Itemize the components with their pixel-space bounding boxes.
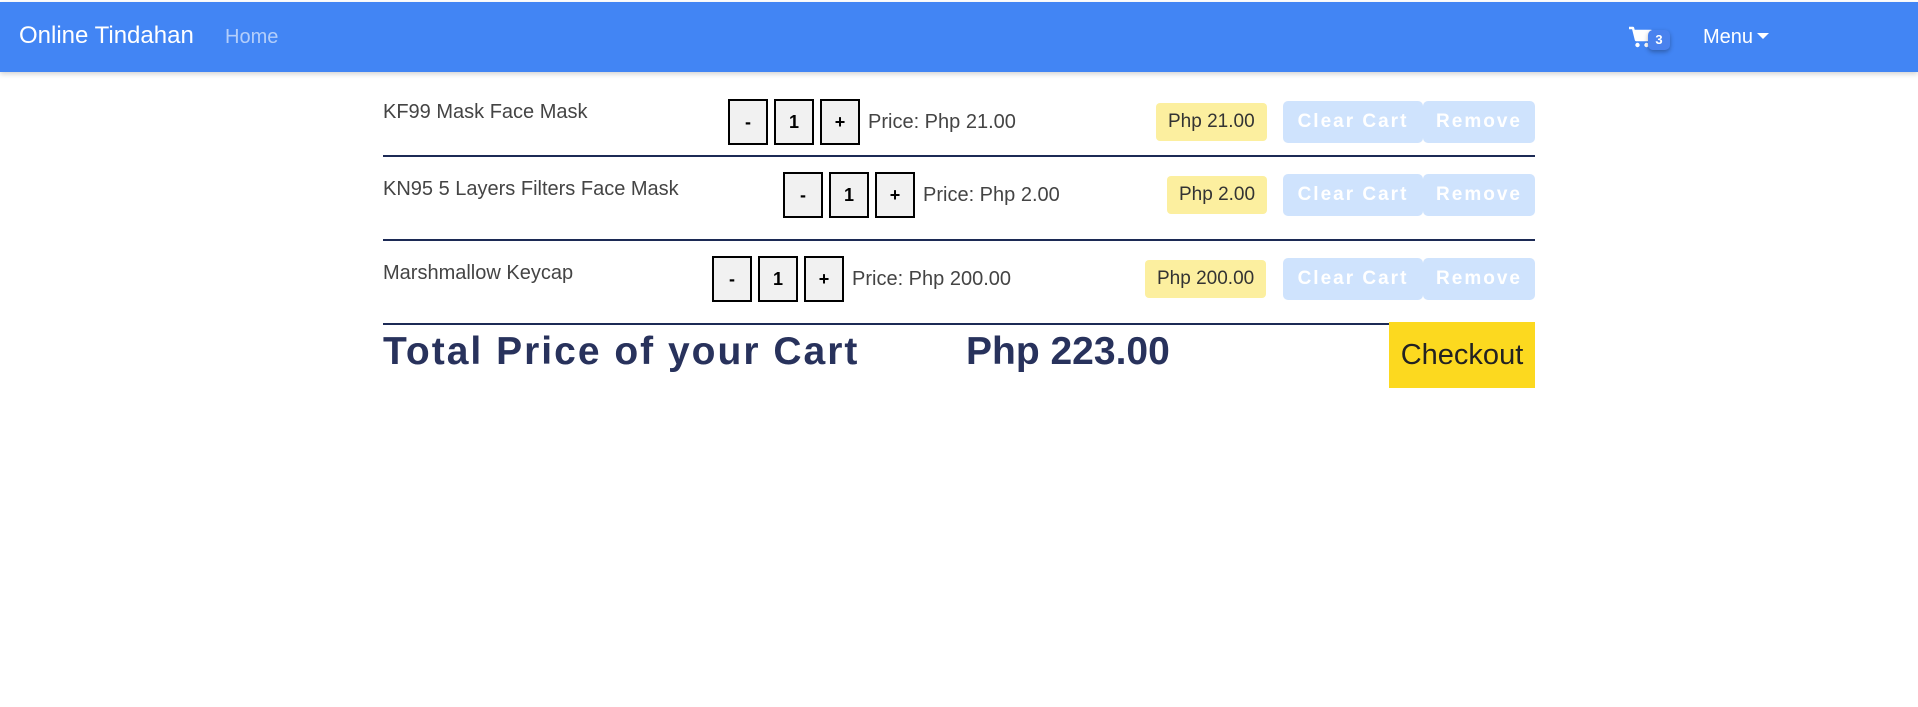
quantity-value: 1 <box>774 99 814 145</box>
cart-item-row: Marshmallow Keycap - 1 + Price: Php 200.… <box>383 241 1535 325</box>
navbar: Online Tindahan Home 3 Menu <box>0 2 1918 72</box>
decrement-button[interactable]: - <box>783 172 823 218</box>
clear-cart-button[interactable]: Clear Cart <box>1283 174 1423 216</box>
item-name: Marshmallow Keycap <box>383 262 574 284</box>
increment-button[interactable]: + <box>875 172 915 218</box>
quantity-value: 1 <box>829 172 869 218</box>
item-name: KF99 Mask Face Mask <box>383 101 588 123</box>
quantity-value: 1 <box>758 256 798 302</box>
subtotal-badge: Php 200.00 <box>1145 260 1267 298</box>
unit-price: Price: Php 200.00 <box>852 268 1011 290</box>
increment-button[interactable]: + <box>804 256 844 302</box>
nav-home-link[interactable]: Home <box>225 26 278 49</box>
clear-cart-button[interactable]: Clear Cart <box>1283 101 1423 143</box>
menu-label: Menu <box>1703 26 1754 48</box>
item-name: KN95 5 Layers Filters Face Mask <box>383 178 679 200</box>
caret-down-icon <box>1757 33 1770 39</box>
decrement-button[interactable]: - <box>728 99 768 145</box>
cart-total-row: Total Price of your Cart Php 223.00 Chec… <box>383 322 1535 388</box>
subtotal-badge: Php 21.00 <box>1156 103 1267 141</box>
cart-count-badge: 3 <box>1648 30 1670 50</box>
increment-button[interactable]: + <box>820 99 860 145</box>
menu-dropdown[interactable]: Menu <box>1703 26 1770 49</box>
decrement-button[interactable]: - <box>712 256 752 302</box>
checkout-button[interactable]: Checkout <box>1389 322 1535 388</box>
cart-button[interactable]: 3 <box>1628 24 1672 56</box>
clear-cart-button[interactable]: Clear Cart <box>1283 258 1423 300</box>
total-label: Total Price of your Cart <box>383 330 860 373</box>
unit-price: Price: Php 21.00 <box>868 111 1016 133</box>
remove-button[interactable]: Remove <box>1423 174 1535 216</box>
brand-logo[interactable]: Online Tindahan <box>19 22 194 50</box>
total-value: Php 223.00 <box>966 330 1170 373</box>
cart-item-row: KF99 Mask Face Mask - 1 + Price: Php 21.… <box>383 73 1535 157</box>
unit-price: Price: Php 2.00 <box>923 184 1060 206</box>
remove-button[interactable]: Remove <box>1423 258 1535 300</box>
cart-item-row: KN95 5 Layers Filters Face Mask - 1 + Pr… <box>383 157 1535 241</box>
subtotal-badge: Php 2.00 <box>1167 176 1268 214</box>
remove-button[interactable]: Remove <box>1423 101 1535 143</box>
